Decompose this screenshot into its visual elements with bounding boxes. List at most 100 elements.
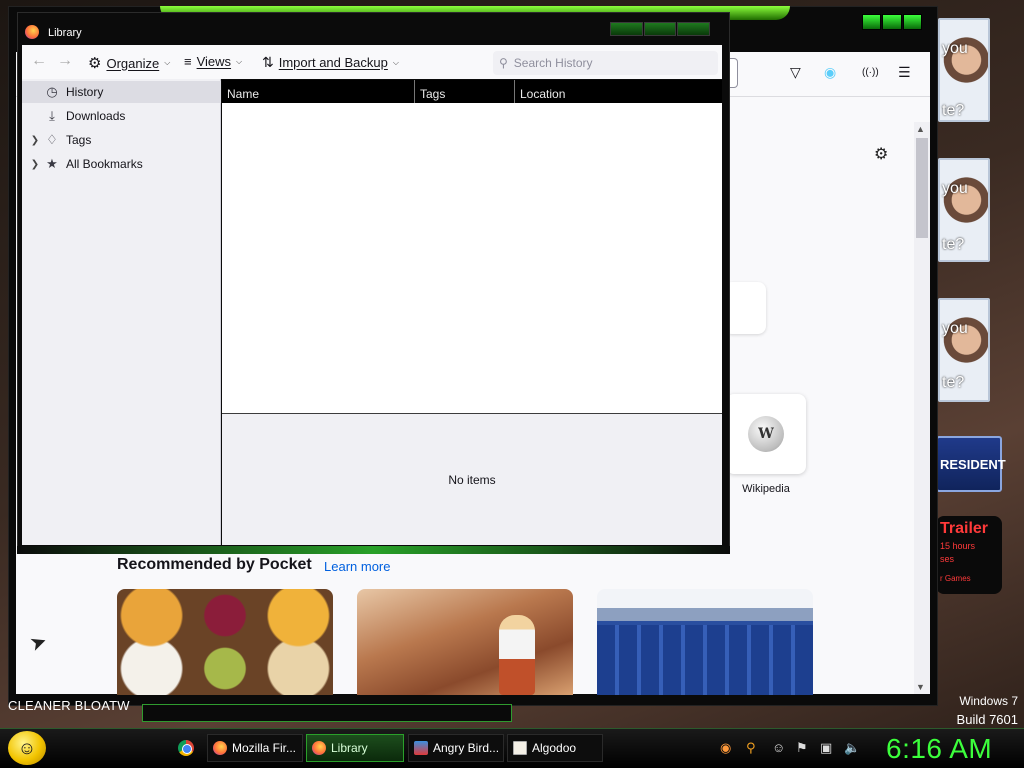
clock-icon: ◷	[46, 84, 58, 99]
pocket-icon[interactable]: ▽	[790, 64, 801, 81]
taskbar-item-algodoo[interactable]: Algodoo	[507, 734, 603, 762]
sort-arrows-icon: ⇅	[262, 54, 274, 70]
gear-icon: ⚙	[88, 55, 102, 72]
tray-search-icon[interactable]: ⚲	[746, 740, 756, 756]
trailer-games: r Games	[940, 574, 971, 583]
sidebar-item-all-bookmarks[interactable]: ❯ ★ All Bookmarks	[22, 153, 221, 175]
scroll-up-icon[interactable]: ▲	[916, 124, 925, 134]
story-image	[597, 625, 813, 695]
task-label: Mozilla Fir...	[232, 741, 297, 755]
taskbar-item-library[interactable]: Library	[306, 734, 404, 762]
os-build-watermark: Build 7601	[956, 712, 1018, 727]
column-header-location[interactable]: Location	[515, 80, 722, 103]
chrome-icon[interactable]	[178, 740, 194, 756]
scroll-down-icon[interactable]: ▼	[916, 682, 925, 692]
search-history-input[interactable]	[513, 56, 704, 70]
action-center-flag-icon[interactable]: ⚑	[796, 740, 808, 756]
taskbar-clock[interactable]: 6:16 AM	[886, 733, 992, 765]
chevron-right-icon[interactable]: ❯	[28, 159, 42, 170]
gadget-text: te?	[942, 374, 965, 391]
minimize-button[interactable]	[610, 22, 643, 36]
firefox-logo-icon	[213, 741, 227, 755]
sidebar-item-label: History	[66, 85, 104, 99]
desktop-strip-text: CLEANER BLOATW	[8, 698, 130, 713]
sidebar-item-downloads[interactable]: ⤓ Downloads	[22, 105, 221, 127]
sidebar-item-history[interactable]: ◷ History	[22, 81, 221, 103]
search-icon: ⚲	[499, 56, 508, 70]
sidebar-item-label: All Bookmarks	[66, 157, 143, 171]
maximize-button[interactable]	[643, 22, 677, 36]
start-button[interactable]: ☺	[8, 731, 46, 765]
president-label: RESIDENT	[940, 456, 1006, 472]
minimize-button[interactable]	[862, 14, 882, 30]
chevron-down-icon: ⌵	[392, 57, 399, 67]
shortcut-tile[interactable]	[724, 282, 766, 334]
maximize-button[interactable]	[882, 14, 902, 30]
president-gadget[interactable]: RESIDENT	[936, 436, 1006, 492]
account-icon[interactable]: ◉	[824, 64, 836, 81]
firefox-logo-icon	[25, 25, 39, 39]
scrollbar-thumb[interactable]	[916, 138, 928, 238]
trailer-subtitle: 15 hours	[940, 541, 976, 551]
pocket-section-title: Recommended by Pocket	[117, 556, 312, 573]
gear-icon[interactable]: ⚙	[874, 144, 888, 164]
trailer-gadget[interactable]: Trailer 15 hours ses r Games	[936, 516, 1002, 594]
list-icon: ≡	[184, 54, 192, 69]
window-border-glow	[17, 546, 730, 554]
close-button[interactable]	[677, 22, 711, 36]
gadget-text: you	[942, 40, 968, 57]
tray-app-icon[interactable]: ◉	[720, 740, 731, 756]
desktop-green-bar	[142, 704, 512, 722]
places-tree[interactable]	[222, 103, 722, 413]
algodoo-icon	[513, 741, 527, 755]
os-name-watermark: Windows 7	[959, 694, 1018, 708]
menu-icon[interactable]: ☰	[898, 64, 911, 81]
window-title: Library	[48, 27, 82, 39]
desktop-gadget-photo-3[interactable]: you te?	[938, 298, 990, 402]
places-tree-header: Name Tags Location	[222, 80, 722, 103]
chevron-down-icon: ⌵	[164, 58, 171, 67]
views-button[interactable]: ≡ Views ⌵	[184, 54, 242, 69]
angry-birds-icon	[414, 741, 428, 755]
chevron-down-icon: ⌵	[236, 56, 243, 66]
smiley-icon: ☺	[17, 737, 37, 758]
sidebar-item-label: Tags	[66, 133, 92, 147]
pocket-story-card[interactable]	[357, 589, 573, 695]
network-icon[interactable]: ▣	[820, 740, 832, 756]
organize-button[interactable]: ⚙ Organize ⌵	[88, 54, 170, 72]
extension-icon[interactable]: ((·))	[862, 67, 879, 78]
firefox-window-controls	[862, 14, 922, 30]
desktop-gadget-photo-1[interactable]: you te?	[938, 18, 990, 122]
column-header-name[interactable]: Name	[222, 80, 415, 103]
pocket-story-card[interactable]	[117, 589, 333, 695]
volume-icon[interactable]: 🔈	[844, 740, 860, 756]
shortcut-label: Wikipedia	[742, 483, 790, 495]
sidebar-item-tags[interactable]: ❯ ♢ Tags	[22, 129, 221, 151]
taskbar-item-firefox[interactable]: Mozilla Fir...	[207, 734, 303, 762]
pocket-learn-more-link[interactable]: Learn more	[324, 559, 390, 574]
organize-label: Organize	[106, 55, 160, 71]
column-header-tags[interactable]: Tags	[415, 80, 515, 103]
taskbar-item-angry-birds[interactable]: Angry Bird...	[408, 734, 504, 762]
desktop-gadget-photo-2[interactable]: you te?	[938, 158, 990, 262]
sidebar-item-label: Downloads	[66, 109, 126, 123]
library-sidebar: ◷ History ⤓ Downloads ❯ ♢ Tags ❯ ★ All B…	[22, 79, 221, 545]
import-backup-button[interactable]: ⇅ Import and Backup ⌵	[262, 54, 399, 71]
tray-chat-icon[interactable]: ☺	[772, 740, 785, 755]
shortcut-tile-wikipedia[interactable]: W	[726, 394, 806, 474]
forward-arrow-icon[interactable]: →	[57, 52, 73, 70]
pocket-story-card[interactable]	[597, 589, 813, 695]
library-window-controls	[610, 22, 711, 36]
task-label: Algodoo	[532, 741, 577, 755]
gadget-text: you	[942, 180, 968, 197]
trailer-title: Trailer	[940, 520, 989, 537]
close-button[interactable]	[902, 14, 922, 30]
trailer-subtitle-2: ses	[940, 554, 955, 564]
tag-icon: ♢	[46, 132, 58, 147]
search-history-box[interactable]: ⚲	[493, 51, 718, 75]
chevron-right-icon[interactable]: ❯	[28, 135, 42, 146]
task-label: Library	[331, 741, 368, 755]
back-arrow-icon[interactable]: ←	[31, 52, 47, 70]
download-icon: ⤓	[49, 108, 55, 123]
details-pane: No items	[222, 413, 722, 545]
